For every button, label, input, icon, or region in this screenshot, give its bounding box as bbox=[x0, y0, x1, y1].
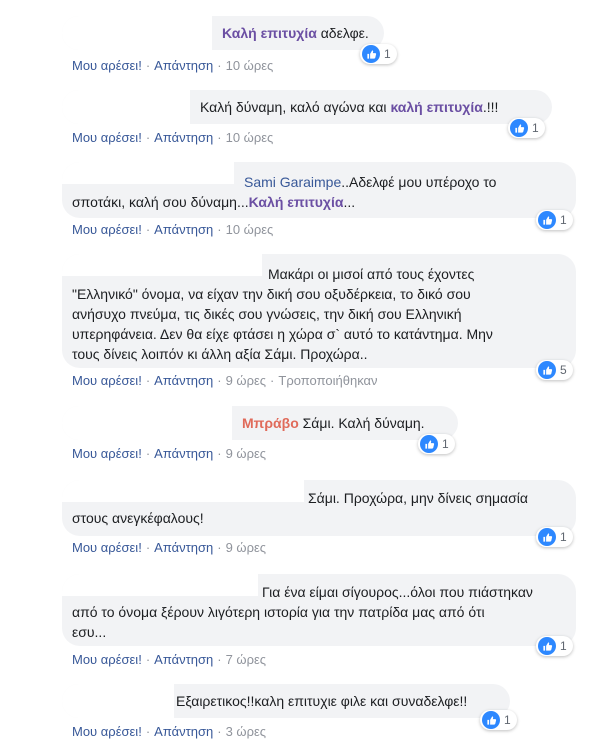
comment-bubble: Μακάρι οι μισοί από τους έχοντες "Ελληνι… bbox=[62, 254, 576, 368]
comment-bubble: Σάμι. Προχώρα, μην δίνεις σημασία στους … bbox=[62, 480, 576, 536]
reaction-count[interactable]: 1 bbox=[508, 118, 545, 138]
comment-text: Καλή δύναμη, καλό αγώνα και bbox=[200, 99, 391, 115]
like-link[interactable]: Μου αρέσει! bbox=[72, 222, 142, 237]
comment-bubble: Εξαιρετικος!!καλη επιτυχιε φιλε και συνα… bbox=[62, 684, 510, 718]
reply-link[interactable]: Απάντηση bbox=[154, 446, 213, 461]
comment-text: τους δίνεις λοιπόν κι άλλη αξία Σάμι. Πρ… bbox=[72, 346, 368, 362]
comment-text: Εξαιρετικος!!καλη επιτυχιε φιλε και συνα… bbox=[176, 693, 468, 709]
like-count: 1 bbox=[504, 713, 511, 727]
like-count: 1 bbox=[560, 213, 567, 227]
reply-link[interactable]: Απάντηση bbox=[154, 58, 213, 73]
comment-text: Μακάρι οι μισοί από τους έχοντες bbox=[268, 266, 475, 282]
comment-text: σποτάκι, καλή σου δύναμη... bbox=[72, 194, 249, 210]
comment-text: Για ένα είμαι σίγουρος...όλοι που πιάστη… bbox=[262, 584, 533, 600]
reaction-count[interactable]: 1 bbox=[360, 44, 397, 64]
comment-text: εσυ... bbox=[72, 624, 107, 640]
edited-link[interactable]: Τροποποιήθηκαν bbox=[278, 373, 377, 388]
like-link[interactable]: Μου αρέσει! bbox=[72, 446, 142, 461]
commenter-name[interactable]: Sami Garaimpe bbox=[244, 174, 341, 190]
thumbs-up-icon bbox=[538, 637, 556, 655]
reply-link[interactable]: Απάντηση bbox=[154, 652, 213, 667]
thumbs-up-icon bbox=[362, 45, 380, 63]
timestamp[interactable]: 3 ώρες bbox=[226, 724, 266, 739]
comment-text: υπερηφάνεια. Δεν θα είχε φτάσει η χώρα σ… bbox=[72, 326, 493, 342]
comment-text: αδελφε. bbox=[316, 25, 369, 41]
timestamp[interactable]: 10 ώρες bbox=[226, 222, 274, 237]
thumbs-up-icon bbox=[482, 711, 500, 729]
tag-link[interactable]: Καλή επιτυχία bbox=[249, 194, 344, 210]
comment-bubble: Για ένα είμαι σίγουρος...όλοι που πιάστη… bbox=[62, 574, 576, 646]
reply-link[interactable]: Απάντηση bbox=[154, 130, 213, 145]
thumbs-up-icon bbox=[538, 361, 556, 379]
like-link[interactable]: Μου αρέσει! bbox=[72, 373, 142, 388]
like-count: 1 bbox=[560, 639, 567, 653]
reply-link[interactable]: Απάντηση bbox=[154, 724, 213, 739]
reply-link[interactable]: Απάντηση bbox=[154, 373, 213, 388]
comment-bubble: Καλή δύναμη, καλό αγώνα και καλή επιτυχί… bbox=[62, 90, 552, 124]
reaction-count[interactable]: 1 bbox=[536, 636, 573, 656]
reaction-count[interactable]: 1 bbox=[536, 210, 573, 230]
comment-text: ..Αδελφέ μου υπέροχο το bbox=[341, 174, 497, 190]
reply-link[interactable]: Απάντηση bbox=[154, 540, 213, 555]
reaction-count[interactable]: 5 bbox=[536, 360, 573, 380]
reaction-count[interactable]: 1 bbox=[418, 434, 455, 454]
timestamp[interactable]: 9 ώρες bbox=[226, 373, 266, 388]
tag-link[interactable]: καλή επιτυχία bbox=[390, 99, 482, 115]
reaction-count[interactable]: 1 bbox=[536, 527, 573, 547]
timestamp[interactable]: 10 ώρες bbox=[226, 58, 274, 73]
reaction-count[interactable]: 1 bbox=[480, 710, 517, 730]
thumbs-up-icon bbox=[538, 528, 556, 546]
comment-text-tail: ... bbox=[343, 194, 356, 210]
comment-text: στους ανεγκέφαλους! bbox=[72, 510, 204, 526]
comment-text: "Ελληνικό" όνομα, να είχαν την δική σου … bbox=[72, 286, 471, 302]
tag-link[interactable]: Μπράβο bbox=[242, 415, 299, 431]
like-link[interactable]: Μου αρέσει! bbox=[72, 724, 142, 739]
comment-text: από το όνομα ξέρουν λιγότερη ιστορία για… bbox=[72, 604, 485, 620]
thumbs-up-icon bbox=[510, 119, 528, 137]
like-count: 5 bbox=[560, 363, 567, 377]
comment-text: Σάμι. Προχώρα, μην δίνεις σημασία bbox=[308, 490, 528, 506]
timestamp[interactable]: 7 ώρες bbox=[226, 652, 266, 667]
like-count: 1 bbox=[442, 437, 449, 451]
comment-text: ανήσυχο πνεύμα, τις δικές σου γνώσεις, τ… bbox=[72, 306, 462, 322]
thumbs-up-icon bbox=[420, 435, 438, 453]
thumbs-up-icon bbox=[538, 211, 556, 229]
comment-text: Σάμι. Καλή δύναμη. bbox=[298, 415, 425, 431]
comment-bubble: Μπράβο Σάμι. Καλή δύναμη. bbox=[62, 406, 458, 440]
comment-bubble: Sami Garaimpe..Αδελφέ μου υπέροχο το σπο… bbox=[62, 162, 576, 218]
comment-text-tail: .!!! bbox=[482, 99, 499, 115]
reply-link[interactable]: Απάντηση bbox=[154, 222, 213, 237]
comment-bubble: Καλή επιτυχία αδελφε. bbox=[62, 16, 384, 50]
like-link[interactable]: Μου αρέσει! bbox=[72, 130, 142, 145]
like-link[interactable]: Μου αρέσει! bbox=[72, 540, 142, 555]
like-link[interactable]: Μου αρέσει! bbox=[72, 58, 142, 73]
like-count: 1 bbox=[560, 530, 567, 544]
like-count: 1 bbox=[384, 47, 391, 61]
timestamp[interactable]: 10 ώρες bbox=[226, 130, 274, 145]
like-count: 1 bbox=[532, 121, 539, 135]
tag-link[interactable]: Καλή επιτυχία bbox=[222, 25, 317, 41]
like-link[interactable]: Μου αρέσει! bbox=[72, 652, 142, 667]
timestamp[interactable]: 9 ώρες bbox=[226, 540, 266, 555]
timestamp[interactable]: 9 ώρες bbox=[226, 446, 266, 461]
